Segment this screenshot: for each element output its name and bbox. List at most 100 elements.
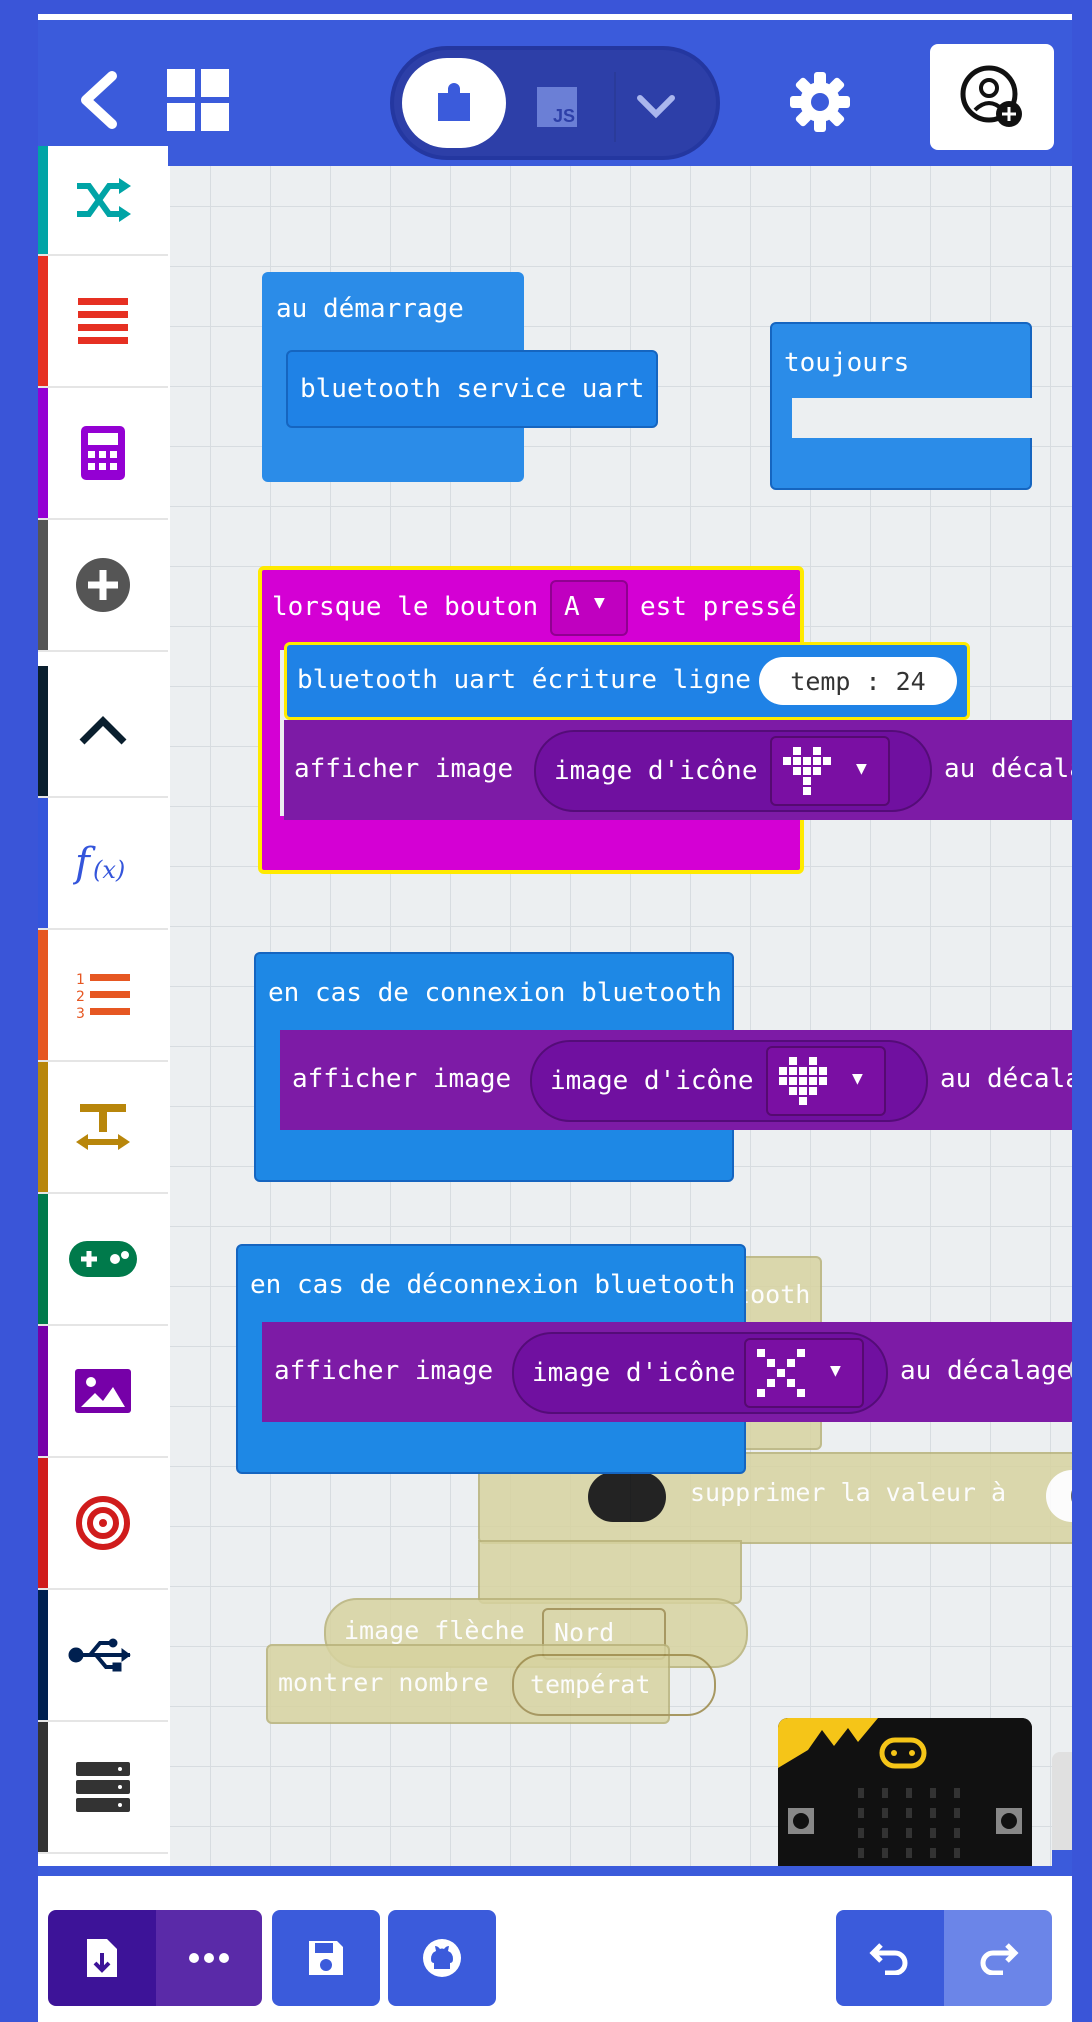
icon-image-label-2: image d'icône	[550, 1066, 754, 1096]
caret-down-icon: ▼	[856, 758, 867, 779]
gear-icon	[790, 72, 850, 132]
chevron-down-icon	[637, 95, 675, 119]
stop-simulator-button[interactable]	[1052, 1850, 1072, 1866]
download-button[interactable]	[48, 1910, 156, 2006]
uart-write-line-block[interactable]: bluetooth uart écriture ligne temp : 24	[284, 642, 970, 720]
heart-small-icon	[783, 747, 831, 795]
remove-index-input[interactable]: 0	[1046, 1470, 1072, 1522]
no-icon	[757, 1349, 805, 1397]
temperature-pill[interactable]: températ	[512, 1654, 716, 1716]
category-text[interactable]	[38, 1062, 168, 1194]
bluetooth-service-uart-block[interactable]: bluetooth service uart	[286, 350, 658, 428]
offset-label-1: au décala	[944, 754, 1072, 784]
arrow-dir-label: Nord	[554, 1618, 615, 1647]
grid-icon	[167, 69, 229, 131]
offset-label-2: au décala	[940, 1064, 1072, 1094]
caret-down-icon: ▼	[852, 1068, 863, 1089]
category-serial[interactable]	[38, 1590, 168, 1722]
category-arrays[interactable]	[38, 256, 168, 388]
settings-button[interactable]	[778, 60, 862, 144]
shuffle-icon	[77, 178, 131, 222]
on-start-label: au démarrage	[276, 294, 464, 324]
category-lists[interactable]: 123	[38, 930, 168, 1062]
microbit-board-icon	[778, 1718, 1032, 1866]
category-color-bar	[38, 1458, 48, 1588]
save-button[interactable]	[272, 1910, 380, 2006]
undo-button[interactable]	[836, 1910, 944, 2006]
category-color-bar	[38, 1062, 48, 1192]
forever-label: toujours	[784, 348, 910, 378]
download-icon	[87, 1939, 117, 1977]
category-target[interactable]	[38, 1458, 168, 1590]
toolbox: f (x) 123	[38, 146, 170, 1866]
text-icon	[76, 1104, 130, 1150]
category-collapse[interactable]	[38, 666, 168, 798]
show-icon-block-3[interactable]: afficher image image d'icône ▼ au décala…	[262, 1322, 1072, 1422]
ghost-show-number-label: montrer nombre	[278, 1668, 489, 1697]
more-button[interactable]	[156, 1910, 262, 2006]
show-icon-block-2[interactable]: afficher image image d'icône ▼ au décala	[280, 1030, 1072, 1130]
offset-value-3: 0	[1068, 1356, 1072, 1386]
simulator-controls	[1052, 1752, 1072, 1866]
icon-dropdown-1[interactable]: ▼	[770, 736, 890, 806]
gamepad-icon	[69, 1241, 137, 1277]
blocks-workspace[interactable]: etooth supprimer la valeur à 0 image flè…	[170, 166, 1072, 1866]
category-control[interactable]	[38, 1722, 168, 1854]
target-icon	[76, 1496, 130, 1550]
show-image-label-1: afficher image	[294, 754, 514, 784]
app-frame: JS f (x) 1 2 3 etooth supprimer la valeu…	[38, 14, 1072, 2022]
svg-text:1: 1	[76, 972, 85, 988]
icon-image-pill-3[interactable]: image d'icône ▼	[512, 1332, 888, 1414]
category-color-bar	[38, 256, 48, 386]
hidden-slot	[588, 1472, 666, 1522]
plus-circle-icon	[76, 558, 130, 612]
button-value: A	[564, 592, 580, 622]
editor-toggle: JS	[390, 46, 720, 160]
show-image-label-3: afficher image	[274, 1356, 494, 1386]
category-functions[interactable]: f (x)	[38, 798, 168, 930]
editor-dropdown[interactable]	[614, 72, 696, 142]
tab-blocks[interactable]	[402, 58, 506, 148]
redo-button[interactable]	[944, 1910, 1052, 2006]
debug-button[interactable]	[1052, 1752, 1072, 1850]
offset-label-3: au décalage	[900, 1356, 1072, 1386]
temperature-label: températ	[530, 1670, 651, 1699]
category-math[interactable]	[38, 388, 168, 520]
forever-block[interactable]: toujours	[770, 322, 1032, 490]
category-game[interactable]	[38, 1194, 168, 1326]
category-images[interactable]	[38, 1326, 168, 1458]
category-color-bar	[38, 1194, 48, 1324]
icon-image-pill-1[interactable]: image d'icône ▼	[534, 730, 932, 812]
user-add-icon	[960, 65, 1022, 127]
bt-connect-label: en cas de connexion bluetooth	[268, 978, 722, 1008]
footer-toolbar	[38, 1876, 1072, 2022]
bluetooth-service-uart-label: bluetooth service uart	[300, 374, 645, 404]
tab-javascript[interactable]: JS	[522, 72, 592, 142]
icon-dropdown-3[interactable]: ▼	[744, 1338, 864, 1408]
icon-image-pill-2[interactable]: image d'icône ▼	[530, 1040, 928, 1122]
category-random[interactable]	[38, 146, 168, 256]
write-value-input[interactable]: temp : 24	[759, 657, 957, 705]
button-event-prefix: lorsque le bouton	[272, 592, 539, 622]
heart-icon	[779, 1057, 827, 1105]
icon-image-label-1: image d'icône	[554, 756, 758, 786]
category-extensions[interactable]	[38, 520, 168, 652]
ghost-show-number-block[interactable]: montrer nombre températ	[266, 1644, 716, 1724]
button-dropdown[interactable]: A ▼	[550, 580, 628, 636]
back-button[interactable]	[60, 60, 140, 140]
icon-dropdown-2[interactable]: ▼	[766, 1046, 886, 1116]
user-button[interactable]	[930, 44, 1054, 150]
home-button[interactable]	[158, 60, 238, 140]
show-icon-block-1[interactable]: afficher image image d'icône ▼ au décala	[284, 720, 1072, 820]
redo-icon	[980, 1943, 1019, 1975]
list-icon	[78, 298, 128, 344]
js-label: JS	[552, 106, 575, 126]
ghost-remove-value-tail	[478, 1540, 742, 1604]
numbered-list-icon: 123	[76, 972, 130, 1020]
category-color-bar	[38, 1722, 48, 1852]
github-button[interactable]	[388, 1910, 496, 2006]
svg-text:2: 2	[76, 989, 85, 1005]
puzzle-icon	[438, 83, 470, 121]
ghost-arrow-label: image flèche	[344, 1616, 525, 1645]
microbit-simulator[interactable]	[778, 1718, 1032, 1866]
